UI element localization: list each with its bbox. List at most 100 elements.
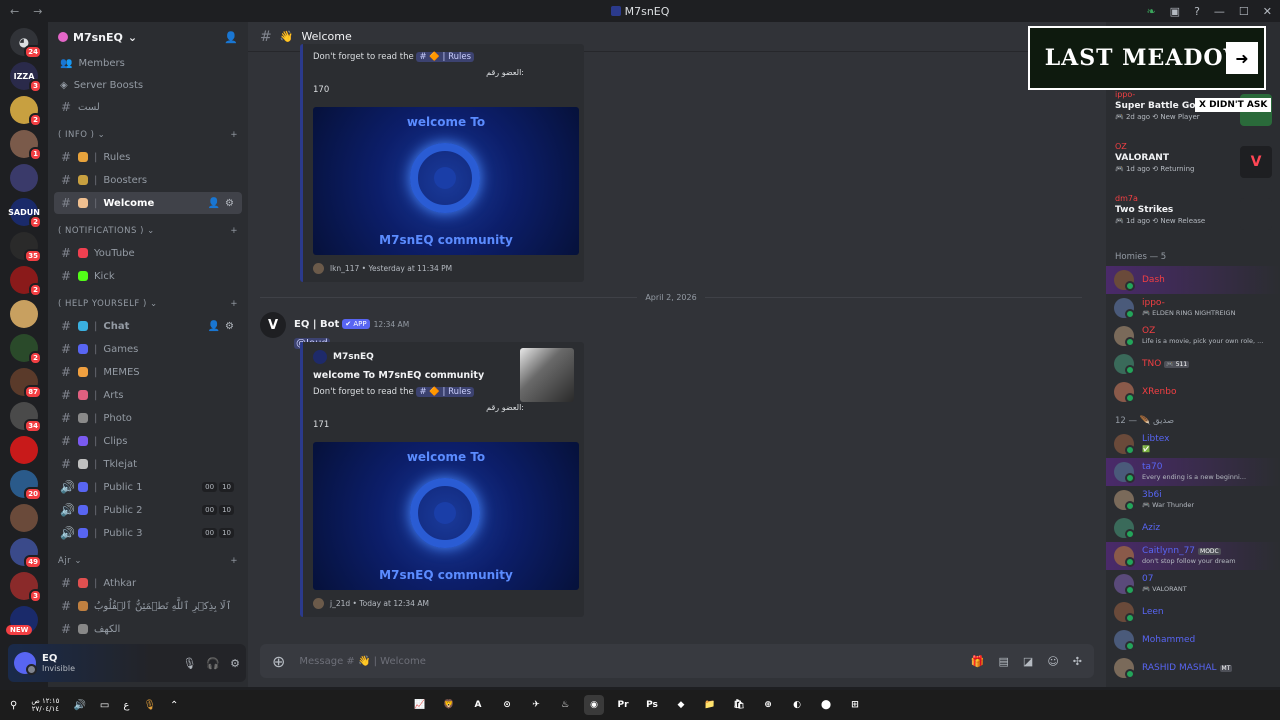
member-row[interactable]: Mohammed <box>1106 626 1280 654</box>
channel-public-2[interactable]: 🔊 | Public 2 00 10 <box>54 499 242 521</box>
member-row[interactable]: XRenbo <box>1106 378 1280 406</box>
gift-icon[interactable]: 🎁 <box>971 655 985 668</box>
member-row[interactable]: 3b6i 🎮 War Thunder <box>1106 486 1280 514</box>
server-header[interactable]: M7snEQ ⌄ 👤 <box>48 22 248 52</box>
chrome-alt-icon[interactable]: ◐ <box>787 695 807 715</box>
add-member-icon[interactable]: 👤 <box>224 31 238 44</box>
member-row[interactable]: ta70 Every ending is a new beginni... <box>1106 458 1280 486</box>
member-row[interactable]: 07 🎮 VALORANT <box>1106 570 1280 598</box>
member-row[interactable]: TNO 🎮 511 <box>1106 350 1280 378</box>
windows-icon[interactable]: ⊞ <box>845 695 865 715</box>
add-channel-icon[interactable]: + <box>230 226 238 236</box>
rules-channel-chip[interactable]: # 🔶 | Rules <box>416 52 475 62</box>
linear-icon[interactable]: ◆ <box>671 695 691 715</box>
server-icon-11[interactable]: 34 <box>10 402 42 433</box>
stocks-icon[interactable]: 📈 <box>410 695 430 715</box>
settings-gear-icon[interactable]: ⚙ <box>225 321 234 332</box>
channel-welcome[interactable]: # | Welcome 👤 ⚙ <box>54 192 242 214</box>
user-avatar[interactable] <box>14 652 37 675</box>
volume-icon[interactable]: 🔊 <box>73 700 85 711</box>
channel-public-3[interactable]: 🔊 | Public 3 00 10 <box>54 522 242 544</box>
server-icon-13[interactable]: 20 <box>10 470 42 501</box>
invite-icon[interactable]: 👤 <box>208 198 220 209</box>
nitro-leaf-icon[interactable]: ❧ <box>1146 5 1155 18</box>
member-row[interactable]: Dash <box>1106 266 1280 294</box>
language-indicator[interactable]: ع <box>123 700 129 711</box>
channel-athkar[interactable]: # | Athkar <box>54 572 242 594</box>
server-icon-8[interactable] <box>10 300 38 328</box>
forward-arrow-icon[interactable]: → <box>33 5 42 18</box>
channel-arts[interactable]: # | Arts <box>54 384 242 406</box>
server-icon-3[interactable]: 1 <box>10 130 42 161</box>
server-icon-1[interactable]: IZZA 3 <box>10 62 42 93</box>
back-arrow-icon[interactable]: ← <box>10 5 19 18</box>
headphones-icon[interactable]: 🎧 <box>206 657 220 670</box>
premiere-icon[interactable]: Pr <box>613 695 633 715</box>
server-icon-16[interactable]: 3 <box>10 572 42 603</box>
server-icon-7[interactable]: 2 <box>10 266 42 297</box>
channel-photo[interactable]: # | Photo <box>54 407 242 429</box>
gif-icon[interactable]: ▤ <box>999 655 1009 668</box>
sidebar-server-boosts[interactable]: ◈ Server Boosts <box>48 74 248 96</box>
channel-ٱلَا-بِذِكۡرِ-ٱللَّهِ-تَطۡمَئِنُّ-ٱلۡقُلُوبُ[interactable]: # ٱلَا بِذِكۡرِ ٱللَّهِ تَطۡمَئِنُّ ٱلۡقُ… <box>54 595 242 617</box>
add-channel-icon[interactable]: + <box>230 130 238 140</box>
embed-thumbnail[interactable] <box>520 348 574 402</box>
message-input[interactable]: Message # 👋 | Welcome <box>299 656 425 667</box>
activity-card[interactable]: OZ VALORANT 🎮 1d ago ⟲ Returning V <box>1106 138 1280 190</box>
minimize-icon[interactable]: — <box>1214 5 1225 18</box>
emoji-icon[interactable]: ☺ <box>1047 655 1058 668</box>
brave-icon[interactable]: 🦁 <box>439 695 459 715</box>
direct-messages-button[interactable]: ◕ 24 <box>10 28 42 59</box>
activity-card[interactable]: dm7a Two Strikes 🎮 1d ago ⟲ New Release <box>1106 190 1280 242</box>
channel-public-1[interactable]: 🔊 | Public 1 00 10 <box>54 476 242 498</box>
member-row[interactable]: Leen <box>1106 598 1280 626</box>
bot-avatar[interactable]: V <box>260 312 286 338</box>
add-channel-icon[interactable]: + <box>230 556 238 566</box>
chrome-icon[interactable]: ⬤ <box>816 695 836 715</box>
server-icon-6[interactable]: 35 <box>10 232 42 263</box>
server-icon-2[interactable]: 2 <box>10 96 42 127</box>
channel-الكهف[interactable]: # الكهف <box>54 618 242 640</box>
sticker-icon[interactable]: ◪ <box>1023 655 1033 668</box>
channel-rules[interactable]: # | Rules <box>54 146 242 168</box>
member-row[interactable]: ippo- 🎮 ELDEN RING NIGHTREIGN <box>1106 294 1280 322</box>
welcome-banner-image[interactable]: welcome To M7snEQ community <box>313 107 579 255</box>
member-row[interactable]: Aziz <box>1106 514 1280 542</box>
inbox-icon[interactable]: ▣ <box>1170 5 1180 18</box>
app-icon[interactable]: ⊙ <box>497 695 517 715</box>
server-icon-4[interactable] <box>10 164 38 192</box>
server-icon-5[interactable]: SADUN 2 <box>8 198 42 229</box>
channel-boosters[interactable]: # | Boosters <box>54 169 242 191</box>
clock[interactable]: ١٢:١٥ ص ٢٧/٠٤/١٤ <box>31 697 59 713</box>
telegram-icon[interactable]: ✈ <box>526 695 546 715</box>
settings-gear-icon[interactable]: ⚙ <box>225 198 234 209</box>
member-row[interactable]: Libtex ✅ <box>1106 430 1280 458</box>
microphone-icon[interactable]: 🎙 <box>182 657 196 670</box>
channel-youtube[interactable]: # YouTube <box>54 242 242 264</box>
channel-chat[interactable]: # | Chat 👤 ⚙ <box>54 315 242 337</box>
server-icon-9[interactable]: 2 <box>10 334 42 365</box>
server-icon-15[interactable]: 49 <box>10 538 42 569</box>
channel-memes[interactable]: # | MEMES <box>54 361 242 383</box>
file-explorer-icon[interactable]: 📁 <box>700 695 720 715</box>
server-icon-12[interactable] <box>10 436 38 464</box>
rules-channel-chip[interactable]: # 🔶 | Rules <box>416 387 475 397</box>
member-row[interactable]: OZ Life is a movie, pick your own role, .… <box>1106 322 1280 350</box>
channel-clips[interactable]: # | Clips <box>54 430 242 452</box>
settings-gear-icon[interactable]: ⚙ <box>230 657 240 670</box>
bot-name[interactable]: EQ | Bot <box>294 319 339 330</box>
welcome-banner-image[interactable]: welcome To M7snEQ community <box>313 442 579 590</box>
server-icon-14[interactable] <box>10 504 38 532</box>
steam-icon[interactable]: ♨ <box>555 695 575 715</box>
affinity-icon[interactable]: A <box>468 695 488 715</box>
obs-icon[interactable]: ⊕ <box>758 695 778 715</box>
store-icon[interactable]: 🛍 <box>729 695 749 715</box>
channel-tklejat[interactable]: # | Tklejat <box>54 453 242 475</box>
channel-hidden[interactable]: # لست <box>54 96 242 118</box>
discord-icon[interactable]: ◉ <box>584 695 604 715</box>
member-row[interactable]: RASHID MASHAL MT <box>1106 654 1280 682</box>
channel-kick[interactable]: # Kick <box>54 265 242 287</box>
invite-icon[interactable]: 👤 <box>208 321 220 332</box>
mic-tray-icon[interactable]: 🎙 <box>143 700 156 711</box>
add-attachment-icon[interactable]: ⊕ <box>272 652 285 671</box>
